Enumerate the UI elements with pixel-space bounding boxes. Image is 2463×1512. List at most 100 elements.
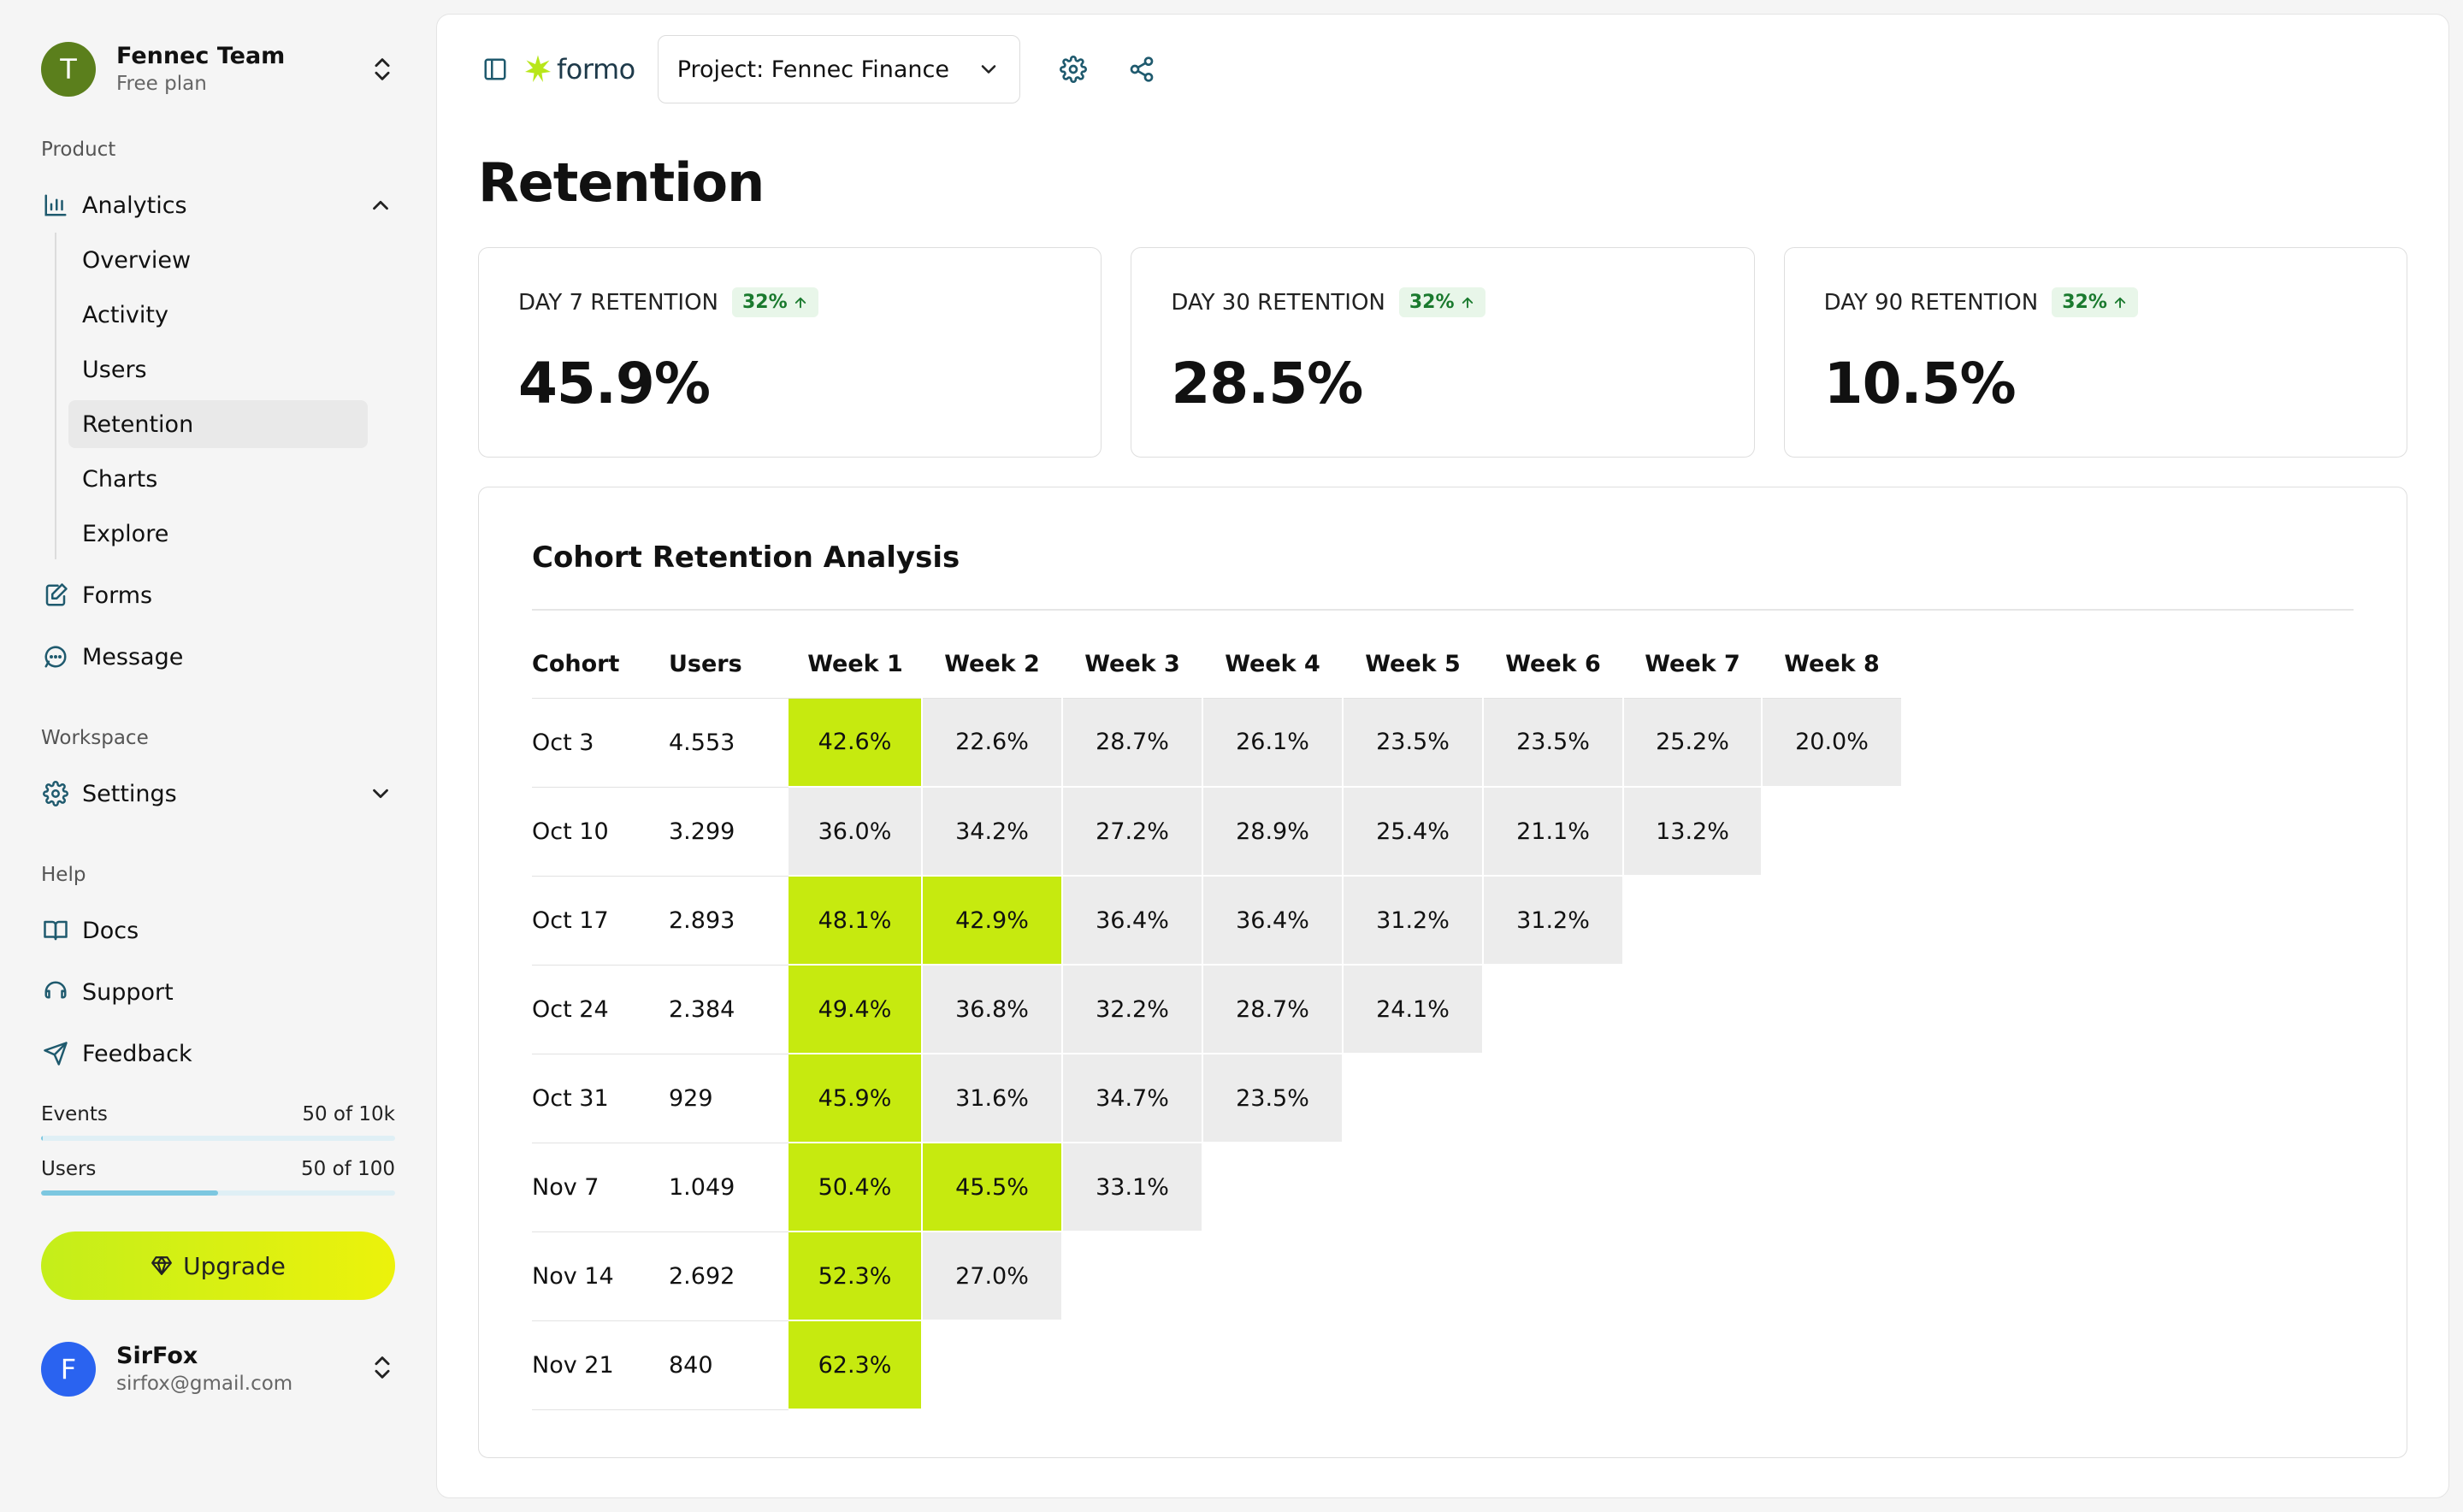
upgrade-button[interactable]: Upgrade	[41, 1231, 395, 1300]
empty-cell	[1762, 1054, 1902, 1143]
arrow-up-icon	[2114, 297, 2126, 308]
empty-cell	[1623, 1320, 1762, 1409]
usage-users-bar-fill	[41, 1190, 218, 1196]
kpi-value: 28.5%	[1171, 351, 1363, 416]
column-header: Users	[669, 631, 789, 699]
users-cell: 4.553	[669, 698, 789, 788]
empty-cell	[1343, 1143, 1483, 1231]
form-edit-icon	[41, 581, 70, 610]
gem-icon	[151, 1256, 173, 1275]
nav-forms-label: Forms	[82, 582, 153, 609]
table-row: Nov 14 2.692 52.3% 27.0%	[532, 1231, 1902, 1321]
nav-message[interactable]: Message	[41, 633, 397, 681]
headset-icon	[41, 977, 70, 1007]
sidebar-item-overview[interactable]: Overview	[68, 236, 368, 284]
column-header: Week 2	[922, 631, 1062, 699]
column-header: Week 3	[1062, 631, 1202, 699]
empty-cell	[1762, 787, 1902, 876]
cohort-title: Cohort Retention Analysis	[532, 540, 960, 575]
retention-cell: 27.2%	[1062, 787, 1203, 877]
retention-cell: 26.1%	[1202, 698, 1344, 788]
nav-support[interactable]: Support	[41, 968, 397, 1016]
formo-logo[interactable]: formo	[523, 53, 635, 86]
nav-forms[interactable]: Forms	[41, 571, 397, 619]
sidebar-toggle-icon[interactable]	[478, 52, 512, 86]
table-row: Nov 21 840 62.3%	[532, 1320, 1902, 1410]
retention-cell: 22.6%	[922, 698, 1063, 788]
empty-cell	[922, 1320, 1062, 1409]
users-cell: 3.299	[669, 787, 789, 877]
chevron-up-down-icon	[375, 1356, 390, 1379]
table-header-row: Cohort Users Week 1 Week 2 Week 3 Week 4 Week …	[532, 631, 1902, 699]
sparkle-logo-icon	[525, 55, 551, 82]
retention-cell: 27.0%	[922, 1231, 1063, 1321]
project-select[interactable]: Project: Fennec Finance	[657, 35, 1020, 103]
table-row: Oct 31 929 45.9% 31.6% 34.7% 23.5%	[532, 1054, 1902, 1143]
empty-cell	[1623, 965, 1762, 1054]
nav-analytics-label: Analytics	[82, 192, 187, 219]
retention-cell: 42.6%	[789, 698, 923, 788]
bar-chart-icon	[41, 191, 70, 220]
retention-cell: 28.9%	[1202, 787, 1344, 877]
team-switcher[interactable]: T Fennec Team Free plan	[41, 42, 397, 97]
nav-feedback[interactable]: Feedback	[41, 1030, 397, 1078]
sidebar-item-users[interactable]: Users	[68, 346, 368, 393]
project-select-value: Project: Fennec Finance	[676, 56, 949, 83]
retention-cell: 20.0%	[1762, 698, 1903, 788]
column-header: Week 6	[1483, 631, 1623, 699]
retention-cell: 34.7%	[1062, 1054, 1203, 1143]
page-title: Retention	[478, 151, 765, 214]
chat-bubble-icon	[41, 642, 70, 671]
users-cell: 1.049	[669, 1143, 789, 1232]
send-icon	[41, 1039, 70, 1068]
chevron-up-icon	[373, 200, 388, 210]
section-label-product: Product	[41, 139, 116, 161]
sidebar-item-explore[interactable]: Explore	[68, 510, 368, 558]
retention-cell: 28.7%	[1062, 698, 1203, 788]
retention-cell: 31.2%	[1483, 876, 1624, 966]
sidebar-item-charts[interactable]: Charts	[68, 455, 368, 503]
retention-cell: 50.4%	[789, 1143, 923, 1232]
retention-cell: 34.2%	[922, 787, 1063, 877]
cohort-cell: Oct 31	[532, 1054, 669, 1143]
chevron-down-icon	[981, 65, 995, 74]
usage-users-value: 50 of 100	[301, 1158, 395, 1180]
empty-cell	[1062, 1231, 1202, 1320]
kpi-value: 10.5%	[1823, 351, 2017, 416]
table-row: Oct 10 3.299 36.0% 34.2% 27.2% 28.9% 25.4% 21.1…	[532, 787, 1902, 877]
sidebar-item-retention[interactable]: Retention	[68, 400, 368, 448]
empty-cell	[1062, 1320, 1202, 1409]
retention-cell: 45.9%	[789, 1054, 923, 1143]
share-icon[interactable]	[1125, 52, 1159, 86]
nav-docs-label: Docs	[82, 917, 139, 944]
retention-cell: 42.9%	[922, 876, 1063, 966]
main-panel: formo Project: Fennec Finance Retention …	[436, 14, 2449, 1498]
empty-cell	[1343, 1231, 1483, 1320]
user-menu[interactable]: F SirFox sirfox@gmail.com	[41, 1341, 397, 1397]
project-settings-icon[interactable]	[1056, 52, 1090, 86]
sidebar: T Fennec Team Free plan Product Analytic…	[0, 0, 436, 1512]
kpi-label: DAY 30 RETENTION	[1171, 289, 1385, 316]
empty-cell	[1762, 1231, 1902, 1320]
submenu-rail	[55, 233, 56, 559]
arrow-up-icon	[794, 297, 806, 308]
retention-cell: 23.5%	[1343, 698, 1484, 788]
empty-cell	[1623, 1054, 1762, 1143]
logo-text: formo	[557, 53, 635, 86]
kpi-cards: DAY 7 RETENTION 32% 45.9% DAY 30 RETENTI…	[478, 247, 2407, 458]
nav-settings[interactable]: Settings	[41, 770, 397, 818]
retention-cell: 28.7%	[1202, 965, 1344, 1054]
upgrade-label: Upgrade	[183, 1251, 286, 1280]
user-avatar: F	[41, 1342, 96, 1397]
nav-analytics[interactable]: Analytics	[41, 181, 397, 229]
empty-cell	[1483, 1054, 1623, 1143]
empty-cell	[1483, 1320, 1623, 1409]
nav-feedback-label: Feedback	[82, 1040, 192, 1067]
retention-cell: 31.6%	[922, 1054, 1063, 1143]
trend-badge-value: 32%	[742, 292, 788, 313]
retention-cell: 62.3%	[789, 1320, 923, 1410]
sidebar-item-activity[interactable]: Activity	[68, 291, 368, 339]
column-header: Week 7	[1623, 631, 1762, 699]
retention-cell: 36.0%	[789, 787, 923, 877]
nav-docs[interactable]: Docs	[41, 907, 397, 954]
